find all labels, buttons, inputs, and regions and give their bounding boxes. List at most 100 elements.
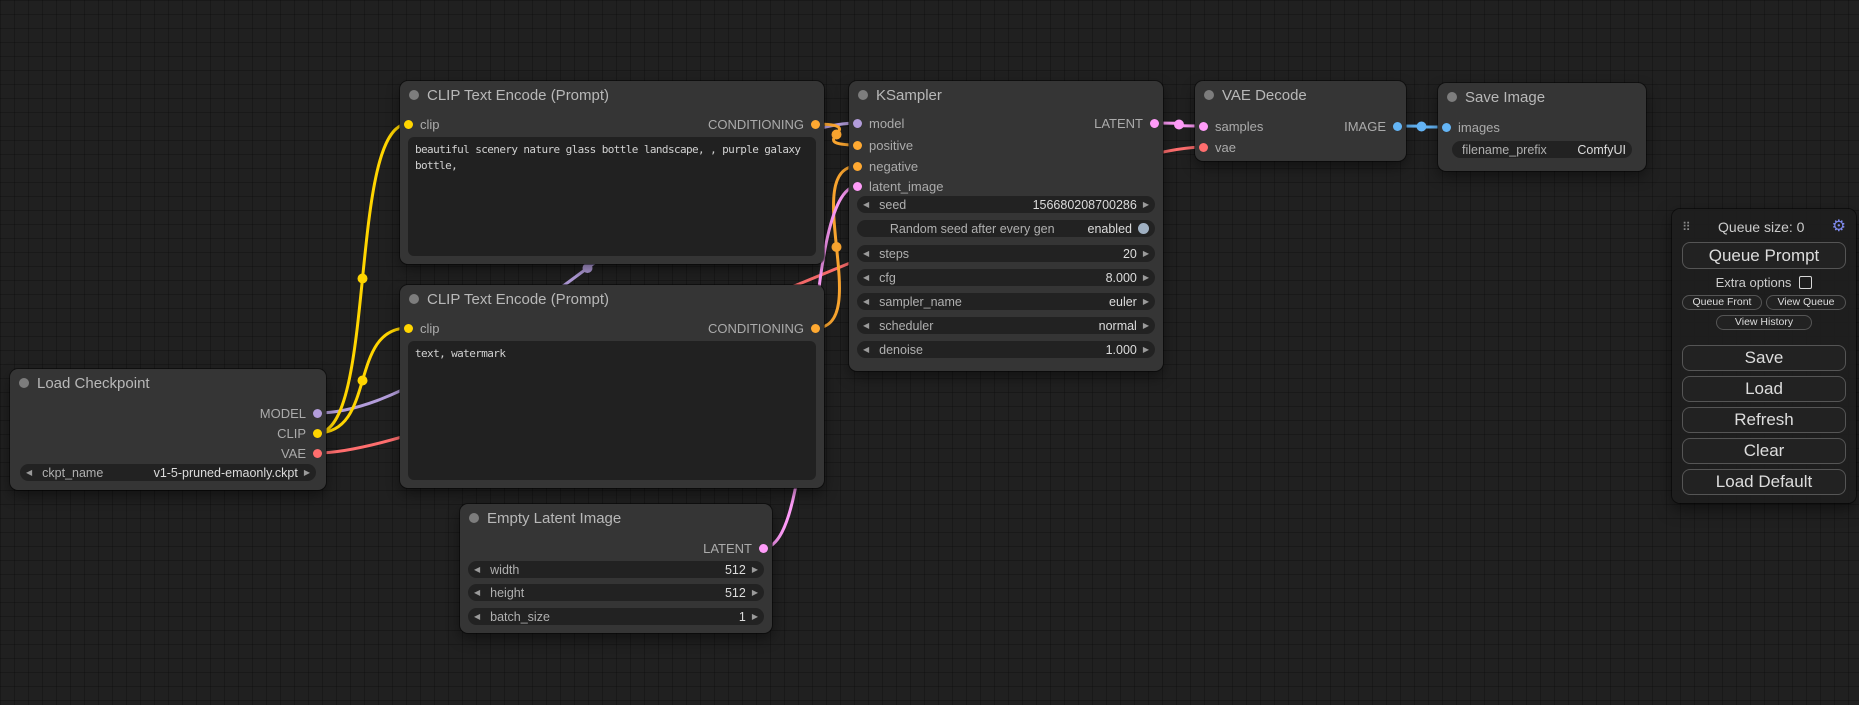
node-vae-decode[interactable]: VAE Decode samples IMAGE vae	[1195, 81, 1406, 161]
arrow-right-icon[interactable]: ▶	[1143, 298, 1149, 306]
save-button[interactable]: Save	[1682, 345, 1846, 371]
input-dot-latent-image[interactable]	[853, 182, 862, 191]
arrow-left-icon[interactable]: ◀	[863, 346, 869, 354]
link-midpoint-dot[interactable]	[358, 274, 368, 284]
link-midpoint-dot[interactable]	[832, 130, 842, 140]
output-dot-clip[interactable]	[313, 429, 322, 438]
input-dot-clip[interactable]	[404, 324, 413, 333]
input-dot-negative[interactable]	[853, 162, 862, 171]
node-collapse-dot-icon[interactable]	[858, 90, 868, 100]
widget-random-seed[interactable]: Random seed after every gen enabled	[857, 220, 1155, 237]
negative-prompt-textarea[interactable]: text, watermark	[408, 341, 816, 480]
input-dot-positive[interactable]	[853, 141, 862, 150]
output-dot-model[interactable]	[313, 409, 322, 418]
widget-seed[interactable]: ◀ seed 156680208700286 ▶	[857, 196, 1155, 213]
arrow-right-icon[interactable]: ▶	[1143, 322, 1149, 330]
node-header[interactable]: Load Checkpoint	[10, 369, 326, 397]
widget-label: seed	[879, 198, 906, 212]
link-midpoint-dot[interactable]	[1417, 122, 1427, 132]
widget-scheduler[interactable]: ◀ scheduler normal ▶	[857, 317, 1155, 334]
node-header[interactable]: VAE Decode	[1195, 81, 1406, 109]
queue-size-label: Queue size: 0	[1691, 219, 1832, 235]
widget-filename-prefix[interactable]: filename_prefix ComfyUI	[1452, 141, 1632, 158]
refresh-button[interactable]: Refresh	[1682, 407, 1846, 433]
view-queue-button[interactable]: View Queue	[1766, 295, 1846, 310]
input-dot-clip[interactable]	[404, 120, 413, 129]
arrow-left-icon[interactable]: ◀	[863, 322, 869, 330]
arrow-right-icon[interactable]: ▶	[752, 589, 758, 597]
link-midpoint-dot[interactable]	[832, 242, 842, 252]
queue-front-button[interactable]: Queue Front	[1682, 295, 1762, 310]
arrow-left-icon[interactable]: ◀	[474, 613, 480, 621]
arrow-right-icon[interactable]: ▶	[304, 469, 310, 477]
arrow-right-icon[interactable]: ▶	[1143, 346, 1149, 354]
widget-width[interactable]: ◀ width 512 ▶	[468, 561, 764, 578]
clear-button[interactable]: Clear	[1682, 438, 1846, 464]
node-header[interactable]: CLIP Text Encode (Prompt)	[400, 285, 824, 313]
widget-batch-size[interactable]: ◀ batch_size 1 ▶	[468, 608, 764, 625]
node-collapse-dot-icon[interactable]	[469, 513, 479, 523]
link-midpoint-dot[interactable]	[583, 263, 593, 273]
output-dot-latent[interactable]	[1150, 119, 1159, 128]
toggle-indicator[interactable]	[1138, 223, 1149, 234]
node-collapse-dot-icon[interactable]	[409, 90, 419, 100]
link-midpoint-dot[interactable]	[358, 376, 368, 386]
output-dot-image[interactable]	[1393, 122, 1402, 131]
widget-value: 156680208700286	[1033, 198, 1137, 212]
arrow-right-icon[interactable]: ▶	[752, 566, 758, 574]
widget-sampler-name[interactable]: ◀ sampler_name euler ▶	[857, 293, 1155, 310]
input-dot-samples[interactable]	[1199, 122, 1208, 131]
node-save-image[interactable]: Save Image images filename_prefix ComfyU…	[1438, 83, 1646, 171]
widget-height[interactable]: ◀ height 512 ▶	[468, 584, 764, 601]
widget-value: v1-5-pruned-emaonly.ckpt	[154, 466, 298, 480]
input-dot-model[interactable]	[853, 119, 862, 128]
arrow-left-icon[interactable]: ◀	[863, 298, 869, 306]
widget-steps[interactable]: ◀ steps 20 ▶	[857, 245, 1155, 262]
widget-denoise[interactable]: ◀ denoise 1.000 ▶	[857, 341, 1155, 358]
node-clip-text-encode-positive[interactable]: CLIP Text Encode (Prompt) clip CONDITION…	[400, 81, 824, 264]
node-collapse-dot-icon[interactable]	[1447, 92, 1457, 102]
load-button[interactable]: Load	[1682, 376, 1846, 402]
arrow-left-icon[interactable]: ◀	[863, 201, 869, 209]
node-collapse-dot-icon[interactable]	[1204, 90, 1214, 100]
output-dot-conditioning[interactable]	[811, 324, 820, 333]
positive-prompt-textarea[interactable]: beautiful scenery nature glass bottle la…	[408, 137, 816, 256]
link-midpoint-dot[interactable]	[1174, 120, 1184, 130]
arrow-right-icon[interactable]: ▶	[752, 613, 758, 621]
slot-label: negative	[869, 159, 918, 174]
node-ksampler[interactable]: KSampler model LATENT positive negative …	[849, 81, 1163, 371]
arrow-left-icon[interactable]: ◀	[26, 469, 32, 477]
arrow-right-icon[interactable]: ▶	[1143, 201, 1149, 209]
arrow-left-icon[interactable]: ◀	[863, 274, 869, 282]
arrow-right-icon[interactable]: ▶	[1143, 274, 1149, 282]
arrow-right-icon[interactable]: ▶	[1143, 250, 1149, 258]
arrow-left-icon[interactable]: ◀	[474, 589, 480, 597]
node-header[interactable]: Empty Latent Image	[460, 504, 772, 532]
arrow-left-icon[interactable]: ◀	[863, 250, 869, 258]
drag-handle-icon[interactable]: ⠿	[1682, 220, 1691, 234]
widget-cfg[interactable]: ◀ cfg 8.000 ▶	[857, 269, 1155, 286]
node-header[interactable]: CLIP Text Encode (Prompt)	[400, 81, 824, 109]
widget-value: euler	[1109, 295, 1137, 309]
output-slot-conditioning: CONDITIONING	[400, 318, 824, 338]
queue-prompt-button[interactable]: Queue Prompt	[1682, 242, 1846, 269]
view-history-button[interactable]: View History	[1716, 315, 1812, 330]
arrow-left-icon[interactable]: ◀	[474, 566, 480, 574]
node-collapse-dot-icon[interactable]	[409, 294, 419, 304]
slot-label: images	[1458, 120, 1500, 135]
settings-gear-icon[interactable]: ⚙	[1832, 219, 1846, 235]
node-load-checkpoint[interactable]: Load Checkpoint MODEL CLIP VAE ◀ ckpt_na…	[10, 369, 326, 490]
output-dot-latent[interactable]	[759, 544, 768, 553]
input-dot-vae[interactable]	[1199, 143, 1208, 152]
node-clip-text-encode-negative[interactable]: CLIP Text Encode (Prompt) clip CONDITION…	[400, 285, 824, 488]
output-dot-conditioning[interactable]	[811, 120, 820, 129]
extra-options-checkbox[interactable]	[1799, 276, 1812, 289]
output-dot-vae[interactable]	[313, 449, 322, 458]
node-collapse-dot-icon[interactable]	[19, 378, 29, 388]
node-header[interactable]: KSampler	[849, 81, 1163, 109]
node-header[interactable]: Save Image	[1438, 83, 1646, 111]
node-empty-latent-image[interactable]: Empty Latent Image LATENT ◀ width 512 ▶ …	[460, 504, 772, 633]
load-default-button[interactable]: Load Default	[1682, 469, 1846, 495]
input-dot-images[interactable]	[1442, 123, 1451, 132]
widget-ckpt-name[interactable]: ◀ ckpt_name v1-5-pruned-emaonly.ckpt ▶	[20, 464, 316, 481]
